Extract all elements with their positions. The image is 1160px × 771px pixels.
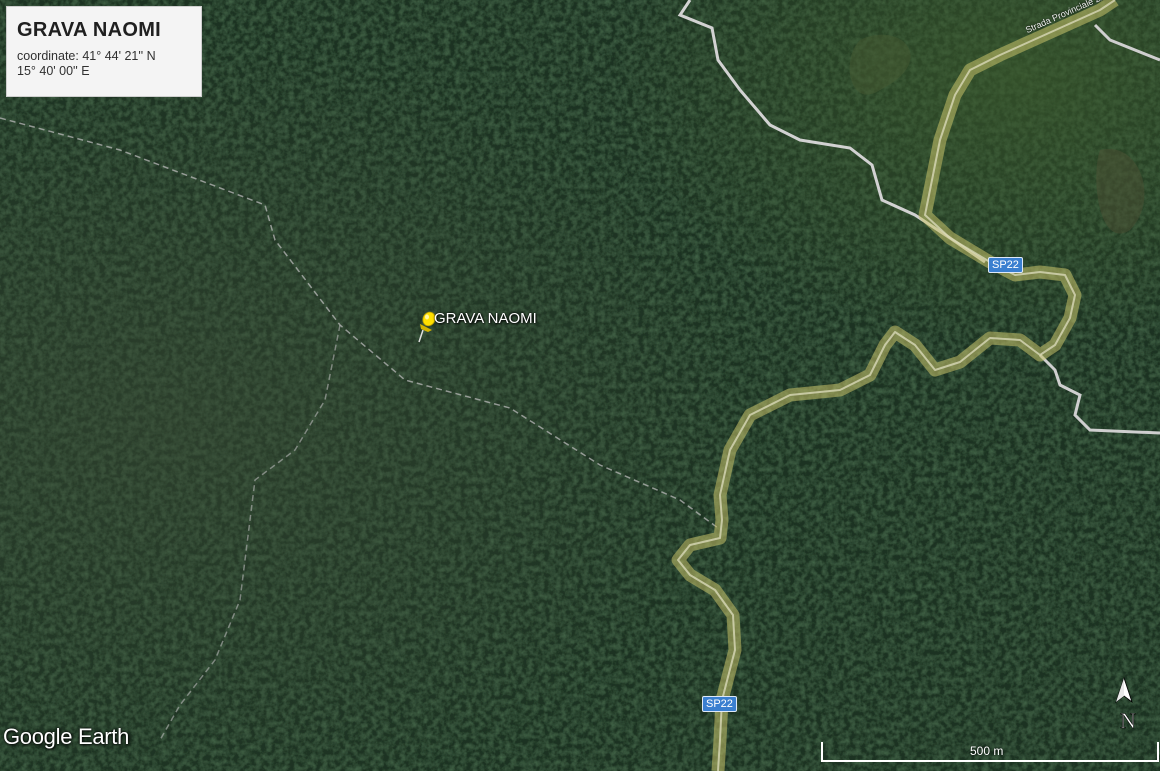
placemark-info-box: GRAVA NAOMI coordinate: 41° 44' 21'' N 1…	[6, 6, 202, 97]
scale-label: 500 m	[970, 744, 1004, 758]
north-arrow-icon[interactable]: N	[1112, 676, 1142, 736]
info-title: GRAVA NAOMI	[17, 19, 162, 41]
placemark-label[interactable]: GRAVA NAOMI	[434, 310, 537, 327]
coordinate-longitude: 15° 40' 00'' E	[17, 64, 90, 78]
google-earth-logo: Google Earth	[3, 724, 130, 749]
road-shield-sp22: SP22	[988, 257, 1023, 273]
road-shield-sp22: SP22	[702, 696, 737, 712]
compass-letter: N	[1120, 708, 1136, 733]
satellite-imagery	[0, 0, 1160, 771]
satellite-map[interactable]: GRAVA NAOMI coordinate: 41° 44' 21'' N 1…	[0, 0, 1160, 771]
coordinate-latitude: coordinate: 41° 44' 21'' N	[17, 49, 156, 63]
